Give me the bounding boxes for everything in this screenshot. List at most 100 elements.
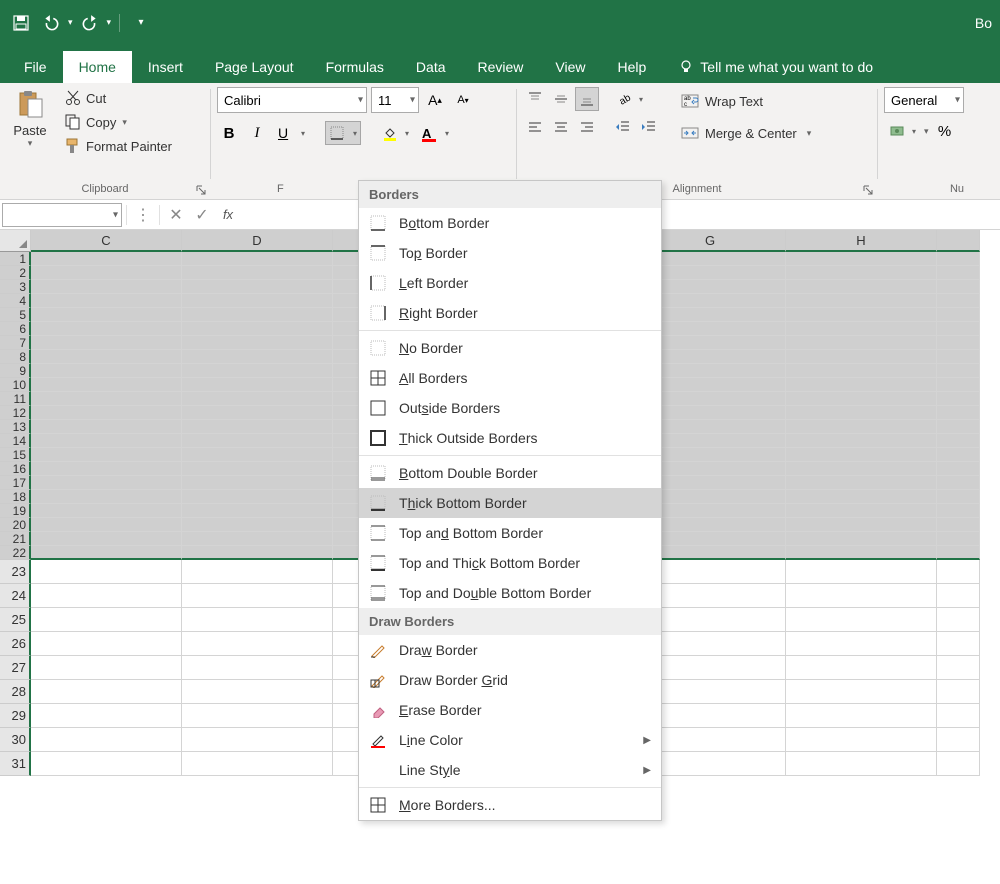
cell[interactable] xyxy=(31,392,182,406)
cell[interactable] xyxy=(182,392,333,406)
border-menu-bottom-double[interactable]: Bottom Double Border xyxy=(359,458,661,488)
border-menu-top-double-bottom[interactable]: Top and Double Bottom Border xyxy=(359,578,661,608)
cell[interactable] xyxy=(182,632,333,656)
row-header[interactable]: 2 xyxy=(0,266,31,280)
cell[interactable] xyxy=(786,252,937,266)
cell[interactable] xyxy=(937,546,980,560)
row-header[interactable]: 9 xyxy=(0,364,31,378)
undo-button[interactable] xyxy=(38,10,64,36)
cell[interactable] xyxy=(31,680,182,704)
cancel-formula-button[interactable]: ✕ xyxy=(164,203,188,227)
cell[interactable] xyxy=(786,350,937,364)
cell[interactable] xyxy=(937,266,980,280)
cell[interactable] xyxy=(31,434,182,448)
cell[interactable] xyxy=(182,308,333,322)
row-header[interactable]: 16 xyxy=(0,462,31,476)
border-menu-top[interactable]: Top Border xyxy=(359,238,661,268)
number-format-select[interactable] xyxy=(884,87,964,113)
cell[interactable] xyxy=(31,476,182,490)
cell[interactable] xyxy=(182,462,333,476)
cell[interactable] xyxy=(786,518,937,532)
border-menu-more[interactable]: More Borders... xyxy=(359,790,661,820)
cell[interactable] xyxy=(786,728,937,752)
row-header[interactable]: 27 xyxy=(0,656,31,680)
name-box[interactable] xyxy=(2,203,122,227)
tab-formulas[interactable]: Formulas xyxy=(310,51,400,83)
cell[interactable] xyxy=(182,294,333,308)
row-header[interactable]: 13 xyxy=(0,420,31,434)
cell[interactable] xyxy=(937,462,980,476)
cell[interactable] xyxy=(31,448,182,462)
cell[interactable] xyxy=(182,608,333,632)
cell[interactable] xyxy=(937,704,980,728)
cell[interactable] xyxy=(182,518,333,532)
cell[interactable] xyxy=(786,532,937,546)
cell[interactable] xyxy=(31,656,182,680)
border-menu-outside[interactable]: Outside Borders xyxy=(359,393,661,423)
font-color-button[interactable]: A xyxy=(417,121,453,145)
cell[interactable] xyxy=(182,406,333,420)
border-menu-left[interactable]: Left Border xyxy=(359,268,661,298)
tab-home[interactable]: Home xyxy=(63,51,132,83)
insert-function-button[interactable]: fx xyxy=(216,203,240,227)
cell[interactable] xyxy=(937,448,980,462)
cell[interactable] xyxy=(786,364,937,378)
select-all-corner[interactable] xyxy=(0,230,31,252)
cell[interactable] xyxy=(937,518,980,532)
cell[interactable] xyxy=(182,434,333,448)
align-middle-button[interactable] xyxy=(549,87,573,111)
formula-bar-more-button[interactable]: ⋮ xyxy=(131,203,155,227)
row-header[interactable]: 21 xyxy=(0,532,31,546)
cell[interactable] xyxy=(937,294,980,308)
increase-indent-button[interactable] xyxy=(637,115,661,139)
cell[interactable] xyxy=(786,280,937,294)
cell[interactable] xyxy=(31,266,182,280)
redo-button[interactable] xyxy=(77,10,103,36)
cell[interactable] xyxy=(786,704,937,728)
cell[interactable] xyxy=(31,308,182,322)
cell[interactable] xyxy=(31,462,182,476)
cell[interactable] xyxy=(182,378,333,392)
border-menu-right[interactable]: Right Border xyxy=(359,298,661,328)
row-header[interactable]: 19 xyxy=(0,504,31,518)
border-menu-erase[interactable]: Erase Border xyxy=(359,695,661,725)
cell[interactable] xyxy=(182,728,333,752)
cell[interactable] xyxy=(786,656,937,680)
cell[interactable] xyxy=(786,322,937,336)
border-menu-top-bottom[interactable]: Top and Bottom Border xyxy=(359,518,661,548)
cell[interactable] xyxy=(937,420,980,434)
row-header[interactable]: 22 xyxy=(0,546,31,560)
cell[interactable] xyxy=(31,504,182,518)
cell[interactable] xyxy=(182,584,333,608)
row-header[interactable]: 30 xyxy=(0,728,31,752)
cell[interactable] xyxy=(786,420,937,434)
cell[interactable] xyxy=(937,434,980,448)
cell[interactable] xyxy=(937,406,980,420)
row-header[interactable]: 31 xyxy=(0,752,31,776)
cell[interactable] xyxy=(31,546,182,560)
cell[interactable] xyxy=(31,728,182,752)
cell[interactable] xyxy=(786,462,937,476)
cell[interactable] xyxy=(786,752,937,776)
wrap-text-button[interactable]: abc Wrap Text xyxy=(675,87,817,115)
cell[interactable] xyxy=(937,504,980,518)
alignment-dialog-launcher[interactable] xyxy=(861,183,875,197)
cell[interactable] xyxy=(937,532,980,546)
cell[interactable] xyxy=(31,632,182,656)
cell[interactable] xyxy=(182,560,333,584)
tell-me-search[interactable]: Tell me what you want to do xyxy=(662,51,889,83)
clipboard-dialog-launcher[interactable] xyxy=(194,183,208,197)
cell[interactable] xyxy=(786,490,937,504)
cell[interactable] xyxy=(31,378,182,392)
row-header[interactable]: 23 xyxy=(0,560,31,584)
cell[interactable] xyxy=(937,560,980,584)
border-menu-none[interactable]: No Border xyxy=(359,333,661,363)
cell[interactable] xyxy=(31,294,182,308)
row-header[interactable]: 5 xyxy=(0,308,31,322)
cell[interactable] xyxy=(937,752,980,776)
border-menu-thick-outside[interactable]: Thick Outside Borders xyxy=(359,423,661,453)
cell[interactable] xyxy=(937,280,980,294)
cell[interactable] xyxy=(182,656,333,680)
paste-button[interactable]: Paste ▾ xyxy=(6,87,54,151)
cell[interactable] xyxy=(182,546,333,560)
